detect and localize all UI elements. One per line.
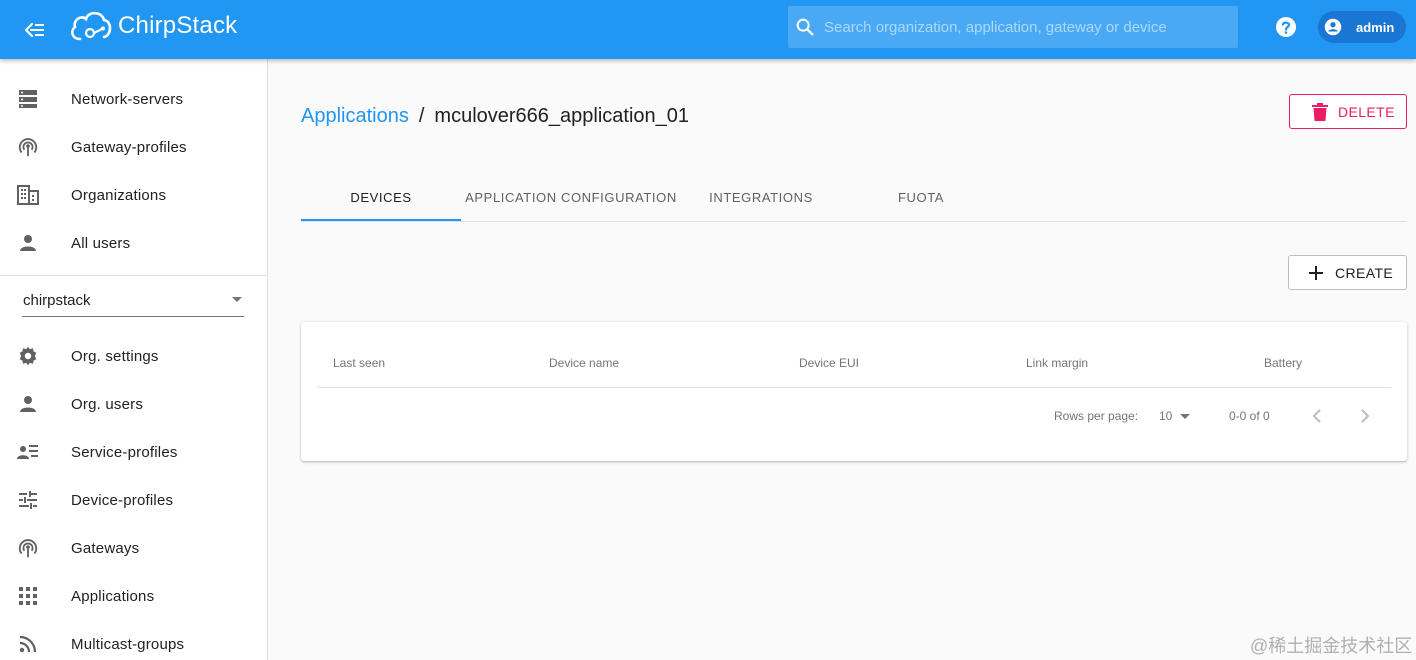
organization-select-value: chirpstack xyxy=(23,292,91,309)
sidebar-item-label: Applications xyxy=(71,587,155,605)
account-details-icon xyxy=(16,440,40,464)
organization-select[interactable]: chirpstack xyxy=(22,285,244,317)
sidebar-item-label: Service-profiles xyxy=(71,443,178,461)
chevron-left-icon xyxy=(1312,409,1321,423)
sidebar-item-gateway-profiles[interactable]: Gateway-profiles xyxy=(0,123,268,171)
sidebar-item-label: All users xyxy=(71,234,131,252)
column-header-device-name[interactable]: Device name xyxy=(549,356,619,370)
sidebar-item-org-users[interactable]: Org. users xyxy=(0,380,268,428)
sidebar-item-all-users[interactable]: All users xyxy=(0,219,268,267)
gateway-icon xyxy=(16,536,40,560)
app-bar: ChirpStack admin xyxy=(0,0,1416,59)
next-page-button[interactable] xyxy=(1353,404,1377,428)
sidebar-item-label: Gateways xyxy=(71,539,140,557)
trash-icon xyxy=(1312,102,1328,121)
dropdown-arrow-icon xyxy=(232,297,242,302)
sidebar-item-label: Gateway-profiles xyxy=(71,138,187,156)
breadcrumb-separator: / xyxy=(418,105,425,127)
search-icon xyxy=(794,16,816,38)
apps-icon xyxy=(16,584,40,608)
sidebar-item-label: Multicast-groups xyxy=(71,635,185,653)
delete-button[interactable]: DELETE xyxy=(1289,94,1407,129)
sidebar-item-applications[interactable]: Applications xyxy=(0,572,268,620)
app-name: ChirpStack xyxy=(118,12,238,39)
cloud-logo-icon xyxy=(70,11,112,41)
sidebar-item-multicast-groups[interactable]: Multicast-groups xyxy=(0,620,268,660)
search-bar[interactable] xyxy=(788,6,1238,48)
tune-icon xyxy=(16,488,40,512)
sidebar-item-label: Organizations xyxy=(71,186,167,204)
person-icon xyxy=(16,231,40,255)
sidebar-item-label: Org. settings xyxy=(71,347,159,365)
breadcrumb-applications-link[interactable]: Applications xyxy=(301,105,409,128)
rows-per-page-label: Rows per page: xyxy=(1054,409,1139,423)
sidebar-item-label: Org. users xyxy=(71,395,144,413)
column-header-link-margin[interactable]: Link margin xyxy=(1026,356,1088,370)
pagination-range: 0-0 of 0 xyxy=(1229,409,1270,423)
account-circle-icon xyxy=(1324,18,1342,36)
tab-devices[interactable]: DEVICES xyxy=(301,174,461,221)
search-input[interactable] xyxy=(824,18,1224,36)
sidebar-item-device-profiles[interactable]: Device-profiles xyxy=(0,476,268,524)
create-button-label: CREATE xyxy=(1335,264,1394,281)
sidebar-item-label: Device-profiles xyxy=(71,491,174,509)
tab-application-configuration[interactable]: APPLICATION CONFIGURATION xyxy=(461,174,681,221)
column-header-device-eui[interactable]: Device EUI xyxy=(799,356,859,370)
plus-icon xyxy=(1309,265,1323,280)
sidebar-item-network-servers[interactable]: Network-servers xyxy=(0,75,268,123)
sidebar-item-label: Network-servers xyxy=(71,90,184,108)
tab-indicator xyxy=(301,219,461,221)
app-logo[interactable]: ChirpStack xyxy=(68,8,237,44)
watermark: @稀土掘金技术社区 xyxy=(1250,636,1413,656)
rows-per-page-select[interactable]: 10 xyxy=(1159,404,1193,428)
user-name: admin xyxy=(1356,19,1395,35)
column-header-battery[interactable]: Battery xyxy=(1264,356,1302,370)
sidebar-item-org-settings[interactable]: Org. settings xyxy=(0,332,268,380)
tab-integrations[interactable]: INTEGRATIONS xyxy=(681,174,841,221)
help-icon[interactable] xyxy=(1274,15,1298,39)
table-header-divider xyxy=(317,387,1391,388)
user-menu-button[interactable]: admin xyxy=(1318,11,1406,43)
breadcrumb: Applications / mculover666_application_0… xyxy=(301,105,689,128)
menu-collapse-icon[interactable] xyxy=(20,15,50,45)
gateway-icon xyxy=(16,135,40,159)
page-title: mculover666_application_01 xyxy=(434,105,690,127)
tab-bar: DEVICES APPLICATION CONFIGURATION INTEGR… xyxy=(301,174,1407,222)
create-button[interactable]: CREATE xyxy=(1288,255,1407,290)
sidebar-item-organizations[interactable]: Organizations xyxy=(0,171,268,219)
dropdown-arrow-icon xyxy=(1180,413,1191,419)
sidebar-item-gateways[interactable]: Gateways xyxy=(0,524,268,572)
previous-page-button[interactable] xyxy=(1305,404,1329,428)
rows-per-page-value: 10 xyxy=(1159,409,1173,423)
delete-button-label: DELETE xyxy=(1338,103,1395,120)
building-icon xyxy=(16,183,40,207)
server-icon xyxy=(16,87,40,111)
rss-icon xyxy=(16,632,40,656)
sidebar: Network-servers Gateway-profiles Organiz… xyxy=(0,59,268,660)
gear-icon xyxy=(16,344,40,368)
sidebar-divider xyxy=(0,275,268,276)
tab-fuota[interactable]: FUOTA xyxy=(841,174,1001,221)
person-icon xyxy=(16,392,40,416)
column-header-last-seen[interactable]: Last seen xyxy=(333,356,385,370)
sidebar-item-service-profiles[interactable]: Service-profiles xyxy=(0,428,268,476)
devices-table-card: Last seen Device name Device EUI Link ma… xyxy=(301,322,1407,461)
chevron-right-icon xyxy=(1361,409,1370,423)
